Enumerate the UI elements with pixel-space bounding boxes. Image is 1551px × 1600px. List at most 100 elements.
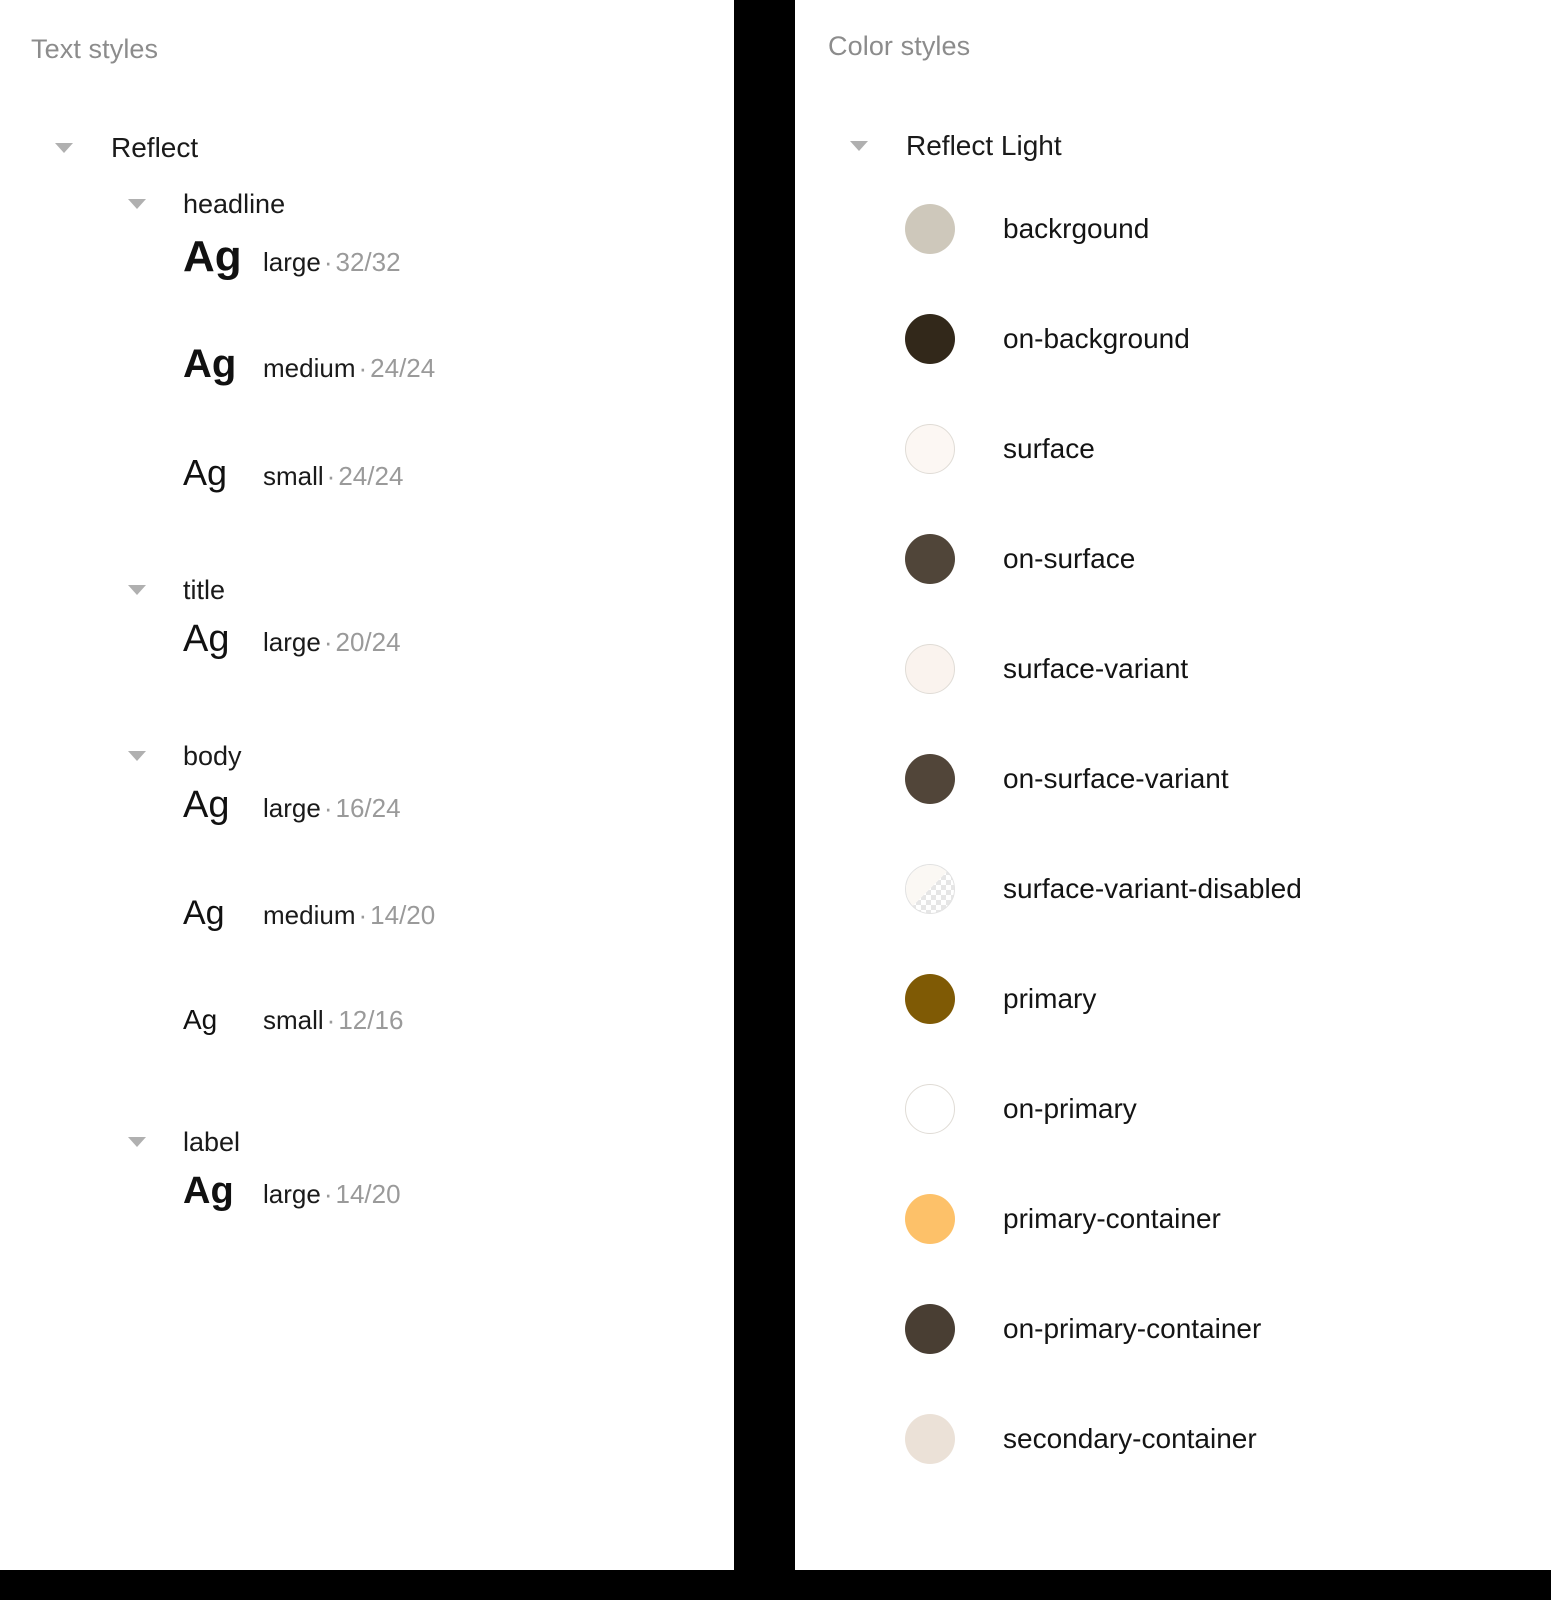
color-swatch-icon — [905, 864, 955, 914]
text-style-preview: Ag — [183, 894, 225, 932]
text-style-row[interactable]: Ag large · 14/20 — [0, 1170, 734, 1280]
text-style-separator: · — [323, 1179, 333, 1209]
caret-down-icon[interactable] — [128, 751, 146, 761]
text-style-metrics: 24/24 — [338, 461, 404, 491]
color-swatch-icon — [905, 1194, 955, 1244]
text-style-meta: large · 14/20 — [263, 1179, 401, 1210]
text-style-row[interactable]: Ag large · 20/24 — [0, 618, 734, 728]
color-style-row[interactable]: surface-variant-disabled — [795, 834, 1551, 944]
text-styles-panel: Text styles Reflect headline Ag large · 32/32… — [0, 0, 734, 1570]
text-style-name: large — [263, 627, 321, 657]
color-style-name: secondary-container — [1003, 1423, 1257, 1454]
text-style-name: medium — [263, 900, 356, 930]
caret-down-icon[interactable] — [128, 199, 146, 209]
color-style-name: on-surface — [1003, 543, 1136, 574]
color-style-row[interactable]: surface-variant — [795, 614, 1551, 724]
text-style-meta: small · 24/24 — [263, 461, 403, 492]
color-swatch-icon — [905, 974, 955, 1024]
text-style-subgroup-label[interactable]: label — [0, 1114, 734, 1170]
text-style-subgroup-body[interactable]: body — [0, 728, 734, 784]
text-style-preview: Ag — [183, 1004, 218, 1035]
text-style-preview: Ag — [183, 784, 230, 826]
text-style-group-reflect[interactable]: Reflect — [0, 120, 734, 176]
color-style-row[interactable]: on-primary-container — [795, 1274, 1551, 1384]
text-style-metrics: 14/20 — [335, 1179, 401, 1209]
text-style-row[interactable]: Ag medium · 14/20 — [0, 894, 734, 1004]
color-style-group-reflect-light[interactable]: Reflect Light — [795, 118, 1551, 174]
color-style-row[interactable]: on-surface — [795, 504, 1551, 614]
text-style-meta: large · 32/32 — [263, 247, 401, 278]
color-style-name: surface-variant — [1003, 653, 1189, 684]
text-style-name: medium — [263, 353, 356, 383]
text-style-preview: Ag — [183, 452, 228, 493]
text-style-preview: Ag — [183, 342, 237, 386]
text-style-separator: · — [358, 900, 368, 930]
caret-down-icon[interactable] — [55, 143, 73, 153]
text-style-separator: · — [358, 353, 368, 383]
text-style-row[interactable]: Ag small · 24/24 — [0, 452, 734, 562]
caret-down-icon[interactable] — [128, 585, 146, 595]
color-style-name: on-surface-variant — [1003, 763, 1229, 794]
color-style-name: surface-variant-disabled — [1003, 873, 1302, 904]
text-style-name: small — [263, 461, 324, 491]
screenshot-stage: Text styles Reflect headline Ag large · 32/32… — [0, 0, 1551, 1600]
text-style-metrics: 20/24 — [335, 627, 401, 657]
text-style-metrics: 24/24 — [370, 353, 436, 383]
text-style-name: small — [263, 1005, 324, 1035]
text-style-separator: · — [323, 627, 333, 657]
text-style-separator: · — [326, 461, 336, 491]
color-swatch-icon — [905, 314, 955, 364]
color-style-row[interactable]: primary — [795, 944, 1551, 1054]
color-styles-panel: Color styles Reflect Light backrgound on-b… — [795, 0, 1551, 1570]
color-style-name: on-primary-container — [1003, 1313, 1262, 1344]
text-style-metrics: 16/24 — [335, 793, 401, 823]
caret-down-icon[interactable] — [850, 141, 868, 151]
group-label: Reflect — [111, 132, 199, 163]
text-style-subgroup-headline[interactable]: headline — [0, 176, 734, 232]
text-style-meta: medium · 14/20 — [263, 900, 435, 931]
text-style-meta: medium · 24/24 — [263, 353, 435, 384]
color-style-name: primary-container — [1003, 1203, 1221, 1234]
text-style-separator: · — [323, 247, 333, 277]
subgroup-label: headline — [183, 188, 286, 219]
color-style-row[interactable]: on-background — [795, 284, 1551, 394]
color-style-row[interactable]: on-surface-variant — [795, 724, 1551, 834]
color-swatch-icon — [905, 534, 955, 584]
color-swatch-icon — [905, 1084, 955, 1134]
color-style-name: backrgound — [1003, 213, 1150, 244]
text-style-preview: Ag — [183, 1170, 234, 1212]
color-style-row[interactable]: surface — [795, 394, 1551, 504]
color-style-row[interactable]: backrgound — [795, 174, 1551, 284]
text-style-row[interactable]: Ag large · 32/32 — [0, 232, 734, 342]
group-label: Reflect Light — [906, 130, 1062, 161]
color-style-row[interactable]: primary-container — [795, 1164, 1551, 1274]
color-style-name: on-primary — [1003, 1093, 1137, 1124]
text-style-name: large — [263, 247, 321, 277]
color-swatch-icon — [905, 204, 955, 254]
subgroup-label: label — [183, 1126, 241, 1157]
color-swatch-icon — [905, 424, 955, 474]
text-style-subgroup-title[interactable]: title — [0, 562, 734, 618]
color-swatch-icon — [905, 1414, 955, 1464]
text-style-metrics: 32/32 — [335, 247, 401, 277]
text-style-row[interactable]: Ag medium · 24/24 — [0, 342, 734, 452]
text-style-meta: small · 12/16 — [263, 1005, 403, 1036]
caret-down-icon[interactable] — [128, 1137, 146, 1147]
subgroup-label: title — [183, 574, 226, 605]
color-style-name: on-background — [1003, 323, 1190, 354]
text-style-meta: large · 16/24 — [263, 793, 401, 824]
text-style-meta: large · 20/24 — [263, 627, 401, 658]
text-style-row[interactable]: Ag large · 16/24 — [0, 784, 734, 894]
text-styles-tree: Reflect headline Ag large · 32/32 Ag medium · 24/… — [0, 120, 734, 1280]
color-style-name: surface — [1003, 433, 1095, 464]
text-style-preview: Ag — [183, 618, 230, 660]
text-style-name: large — [263, 793, 321, 823]
color-styles-panel-title: Color styles — [828, 31, 971, 61]
color-style-name: primary — [1003, 983, 1097, 1014]
color-swatch-icon — [905, 754, 955, 804]
color-style-row[interactable]: secondary-container — [795, 1384, 1551, 1494]
text-style-row[interactable]: Ag small · 12/16 — [0, 1004, 734, 1114]
text-style-separator: · — [326, 1005, 336, 1035]
color-swatch-icon — [905, 644, 955, 694]
color-style-row[interactable]: on-primary — [795, 1054, 1551, 1164]
